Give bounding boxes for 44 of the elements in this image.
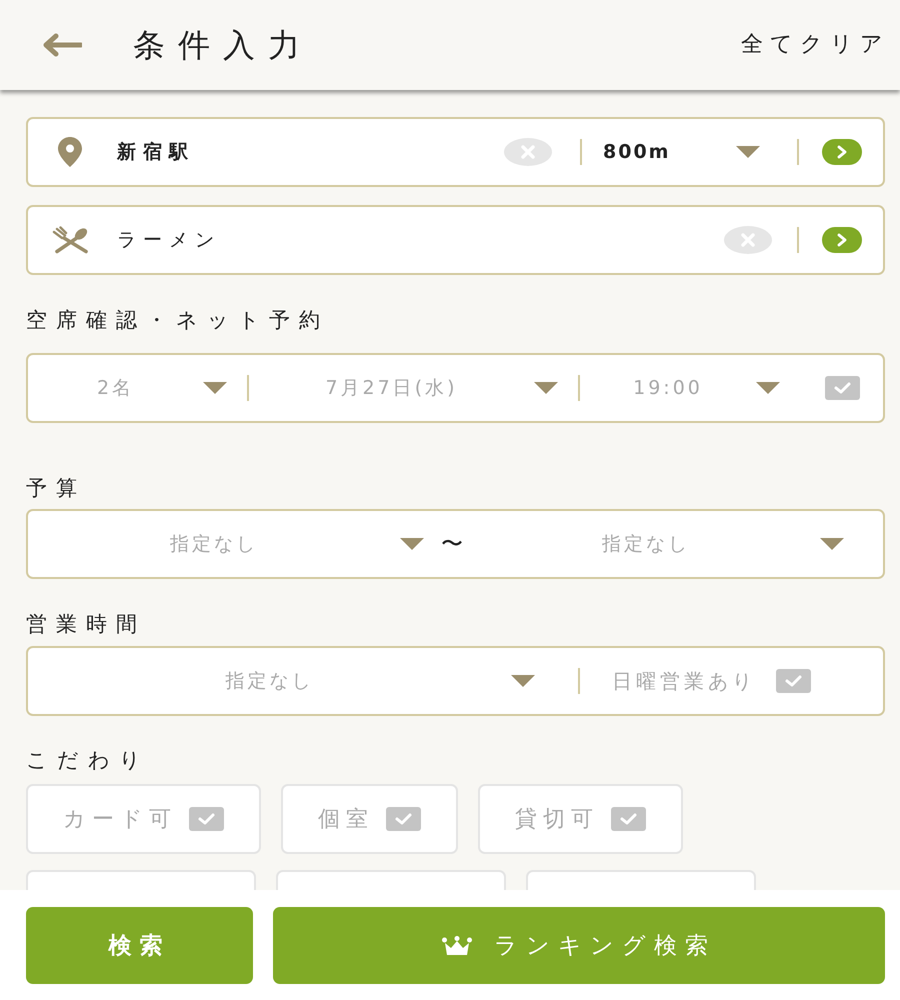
- filter-chip[interactable]: [26, 870, 256, 890]
- search-button[interactable]: 検索: [26, 907, 253, 984]
- caret-icon: [400, 538, 424, 550]
- filter-chip[interactable]: 貸切可: [478, 784, 683, 854]
- section-heading: 予算: [26, 475, 86, 502]
- filter-chip[interactable]: [526, 870, 756, 890]
- caret-icon: [203, 382, 227, 394]
- sunday-toggle[interactable]: 日曜営業あり: [580, 648, 838, 714]
- filter-chip[interactable]: [276, 870, 506, 890]
- hours-dropdown[interactable]: 指定なし: [28, 648, 578, 714]
- close-icon: [741, 233, 755, 247]
- time-dropdown[interactable]: 19:00: [580, 355, 800, 421]
- chevron-right-icon: [837, 233, 847, 247]
- station-value[interactable]: 新宿駅: [117, 139, 504, 165]
- section-heading: 空席確認・ネット予約: [26, 307, 329, 334]
- fork-spoon-icon: [52, 226, 90, 254]
- chevron-right-icon: [837, 145, 847, 159]
- checkbox[interactable]: [825, 376, 860, 400]
- caret-icon: [736, 146, 760, 158]
- range-separator: 〜: [440, 531, 464, 559]
- section-heading: こだわり: [26, 747, 150, 774]
- clear-all-button[interactable]: 全てクリア: [741, 30, 890, 60]
- next-button[interactable]: [822, 139, 862, 165]
- page-title: 条件入力: [133, 25, 313, 65]
- clear-button[interactable]: [724, 226, 772, 254]
- pin-icon: [58, 137, 82, 167]
- filter-chip[interactable]: 個室: [281, 784, 458, 854]
- caret-icon: [511, 675, 535, 687]
- genre-value[interactable]: ラーメン: [117, 227, 724, 253]
- caret-icon: [534, 382, 558, 394]
- ranking-search-button[interactable]: ランキング検索: [273, 907, 885, 984]
- next-button[interactable]: [822, 227, 862, 253]
- people-dropdown[interactable]: 2名: [28, 355, 247, 421]
- budget-min-dropdown[interactable]: 指定なし: [28, 511, 432, 577]
- budget-max-dropdown[interactable]: 指定なし: [472, 511, 844, 577]
- close-icon: [521, 145, 535, 159]
- clear-button[interactable]: [504, 138, 552, 166]
- filter-chip[interactable]: カード可: [26, 784, 261, 854]
- section-heading: 営業時間: [26, 611, 146, 638]
- caret-icon: [756, 382, 780, 394]
- date-dropdown[interactable]: 7月27日(水): [249, 355, 578, 421]
- distance-dropdown[interactable]: 800m: [603, 132, 760, 172]
- caret-icon: [820, 538, 844, 550]
- crown-icon: [442, 936, 472, 956]
